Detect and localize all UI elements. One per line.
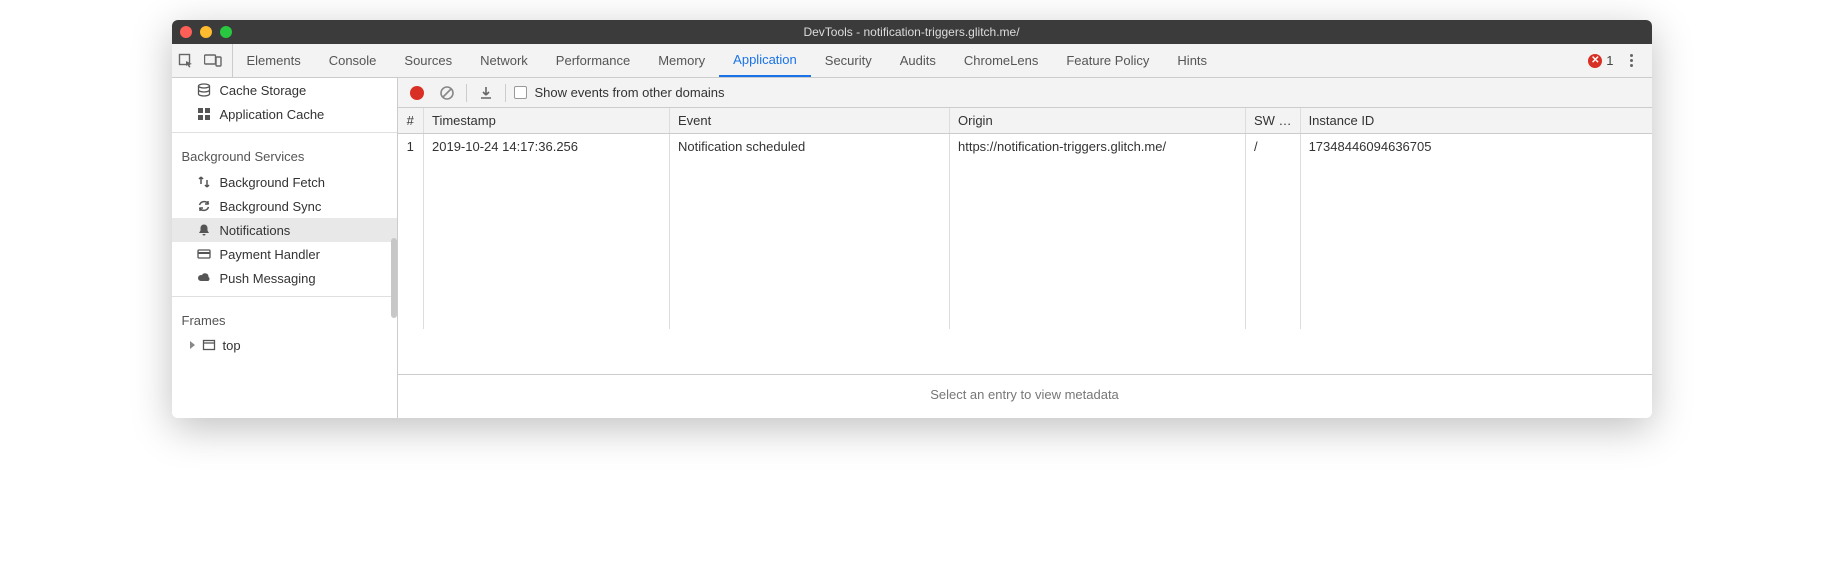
tab-performance[interactable]: Performance xyxy=(542,44,644,77)
sidebar: Cache Storage Application Cache Backgrou… xyxy=(172,78,398,418)
sidebar-item-label: Push Messaging xyxy=(220,271,316,286)
inspect-icon[interactable] xyxy=(178,53,194,69)
sync-icon xyxy=(196,198,212,214)
record-button[interactable] xyxy=(406,82,428,104)
sidebar-item-push-messaging[interactable]: Push Messaging xyxy=(172,266,397,290)
show-other-domains-label: Show events from other domains xyxy=(535,85,725,100)
record-icon xyxy=(410,86,424,100)
divider xyxy=(466,84,467,102)
tab-chromelens[interactable]: ChromeLens xyxy=(950,44,1052,77)
sidebar-item-label: Background Fetch xyxy=(220,175,326,190)
window-title: DevTools - notification-triggers.glitch.… xyxy=(172,25,1652,39)
tab-application[interactable]: Application xyxy=(719,44,811,77)
sidebar-item-payment-handler[interactable]: Payment Handler xyxy=(172,242,397,266)
table-row[interactable]: 1 2019-10-24 14:17:36.256 Notification s… xyxy=(398,134,1652,160)
col-header-event[interactable]: Event xyxy=(670,108,950,134)
device-toggle-icon[interactable] xyxy=(204,53,222,69)
error-count[interactable]: ✕ 1 xyxy=(1588,53,1613,68)
tab-security[interactable]: Security xyxy=(811,44,886,77)
sidebar-item-label: Payment Handler xyxy=(220,247,320,262)
divider xyxy=(505,84,506,102)
tab-network[interactable]: Network xyxy=(466,44,542,77)
col-header-instance-id[interactable]: Instance ID xyxy=(1300,108,1651,134)
metadata-placeholder: Select an entry to view metadata xyxy=(398,375,1652,418)
sidebar-scrollbar[interactable] xyxy=(391,238,397,318)
cell-instance-id: 17348446094636705 xyxy=(1300,134,1651,160)
divider xyxy=(172,132,397,133)
transfer-icon xyxy=(196,174,212,190)
sidebar-item-label: Application Cache xyxy=(220,107,325,122)
sidebar-item-cache-storage[interactable]: Cache Storage xyxy=(172,78,397,102)
sidebar-item-notifications[interactable]: Notifications xyxy=(172,218,397,242)
sidebar-item-bg-fetch[interactable]: Background Fetch xyxy=(172,170,397,194)
tab-memory[interactable]: Memory xyxy=(644,44,719,77)
database-icon xyxy=(196,82,212,98)
error-icon: ✕ xyxy=(1588,54,1602,68)
tab-list: Elements Console Sources Network Perform… xyxy=(233,44,1222,77)
tab-audits[interactable]: Audits xyxy=(886,44,950,77)
sidebar-header-bg-services: Background Services xyxy=(172,139,397,170)
cell-sw-scope: / xyxy=(1246,134,1301,160)
grid-icon xyxy=(196,106,212,122)
cell-timestamp: 2019-10-24 14:17:36.256 xyxy=(424,134,670,160)
cell-num: 1 xyxy=(398,134,424,160)
sidebar-header-frames: Frames xyxy=(172,303,397,334)
disclosure-triangle-icon[interactable] xyxy=(190,341,195,349)
table-header-row: # Timestamp Event Origin SW … Instance I… xyxy=(398,108,1652,134)
tab-feature-policy[interactable]: Feature Policy xyxy=(1052,44,1163,77)
col-header-timestamp[interactable]: Timestamp xyxy=(424,108,670,134)
show-other-domains-checkbox[interactable] xyxy=(514,86,527,99)
bell-icon xyxy=(196,222,212,238)
main-panel: Show events from other domains # Timesta… xyxy=(398,78,1652,418)
col-header-num[interactable]: # xyxy=(398,108,424,134)
sidebar-item-frame-top[interactable]: top xyxy=(172,334,397,356)
cell-origin: https://notification-triggers.glitch.me/ xyxy=(950,134,1246,160)
frame-icon xyxy=(201,337,217,353)
sidebar-item-label: Notifications xyxy=(220,223,291,238)
error-count-value: 1 xyxy=(1606,53,1613,68)
clear-button[interactable] xyxy=(436,82,458,104)
sidebar-item-label: top xyxy=(223,338,241,353)
cell-event: Notification scheduled xyxy=(670,134,950,160)
cloud-icon xyxy=(196,270,212,286)
col-header-origin[interactable]: Origin xyxy=(950,108,1246,134)
main-tabs: Elements Console Sources Network Perform… xyxy=(172,44,1652,78)
tab-console[interactable]: Console xyxy=(315,44,391,77)
sidebar-item-label: Cache Storage xyxy=(220,83,307,98)
tab-sources[interactable]: Sources xyxy=(390,44,466,77)
devtools-window: DevTools - notification-triggers.glitch.… xyxy=(172,20,1652,418)
events-table: # Timestamp Event Origin SW … Instance I… xyxy=(398,108,1652,375)
toolbar: Show events from other domains xyxy=(398,78,1652,108)
tab-hints[interactable]: Hints xyxy=(1163,44,1221,77)
more-menu-icon[interactable] xyxy=(1624,54,1640,67)
col-header-sw-scope[interactable]: SW … xyxy=(1246,108,1301,134)
sidebar-item-label: Background Sync xyxy=(220,199,322,214)
titlebar: DevTools - notification-triggers.glitch.… xyxy=(172,20,1652,44)
sidebar-item-app-cache[interactable]: Application Cache xyxy=(172,102,397,126)
tab-elements[interactable]: Elements xyxy=(233,44,315,77)
download-button[interactable] xyxy=(475,82,497,104)
divider xyxy=(172,296,397,297)
sidebar-item-bg-sync[interactable]: Background Sync xyxy=(172,194,397,218)
card-icon xyxy=(196,246,212,262)
